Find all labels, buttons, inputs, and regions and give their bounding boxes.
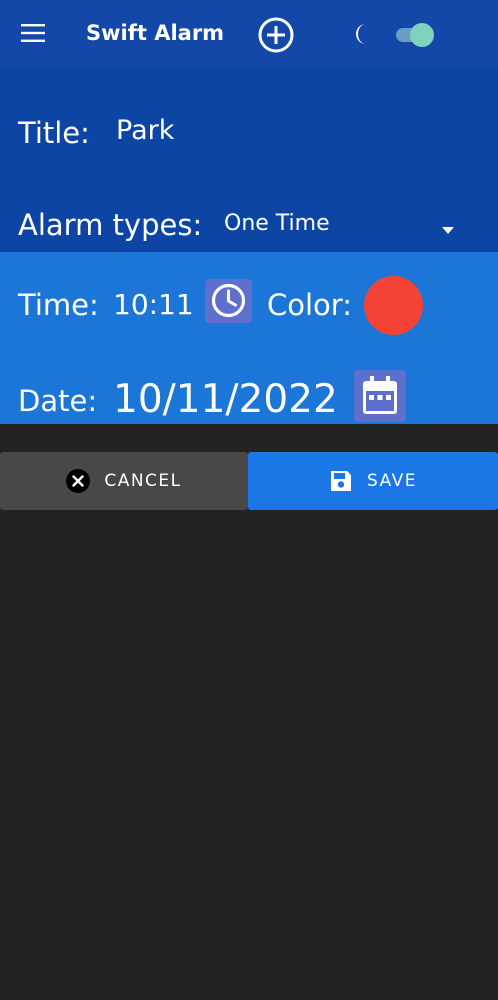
save-button-label: SAVE [366, 471, 418, 491]
save-button-content: SAVE [248, 452, 498, 510]
color-picker-swatch[interactable] [364, 276, 423, 335]
date-picker-button[interactable] [354, 370, 406, 422]
title-label: Title: [18, 116, 90, 150]
hamburger-menu-icon[interactable] [21, 24, 45, 42]
floppy-disk-icon [329, 469, 353, 493]
alarm-type-dropdown[interactable]: One Time [212, 202, 470, 244]
alarm-type-label: Alarm types: [18, 208, 203, 242]
time-value: 10:11 [113, 288, 194, 321]
time-label: Time: [18, 288, 99, 322]
cancel-button-label: CANCEL [104, 471, 182, 491]
clock-icon [211, 283, 246, 318]
app-title: Swift Alarm [86, 21, 225, 45]
date-label: Date: [18, 384, 98, 418]
toggle-thumb [410, 23, 434, 47]
close-circle-icon [66, 469, 91, 493]
dropdown-arrow-icon [442, 219, 454, 234]
dark-mode-toggle[interactable] [394, 23, 434, 47]
cancel-button-content: CANCEL [0, 452, 248, 510]
save-button[interactable]: SAVE [248, 452, 498, 510]
app-screen: Swift Alarm Title: Alarm types: One Time [0, 0, 498, 1000]
alarm-type-value: One Time [224, 211, 330, 236]
time-date-section: Time: 10:11 Color: Date: 10/11/2022 [0, 252, 498, 424]
calendar-icon [363, 376, 397, 414]
time-picker-button[interactable] [205, 279, 252, 323]
app-bar: Swift Alarm [0, 0, 498, 66]
add-circle-icon[interactable] [257, 16, 295, 54]
color-label: Color: [267, 288, 352, 322]
title-input[interactable] [106, 108, 466, 152]
moon-icon [352, 22, 374, 46]
date-value: 10/11/2022 [113, 377, 338, 422]
title-type-section: Title: Alarm types: One Time [0, 66, 498, 252]
cancel-button[interactable]: CANCEL [0, 452, 248, 510]
